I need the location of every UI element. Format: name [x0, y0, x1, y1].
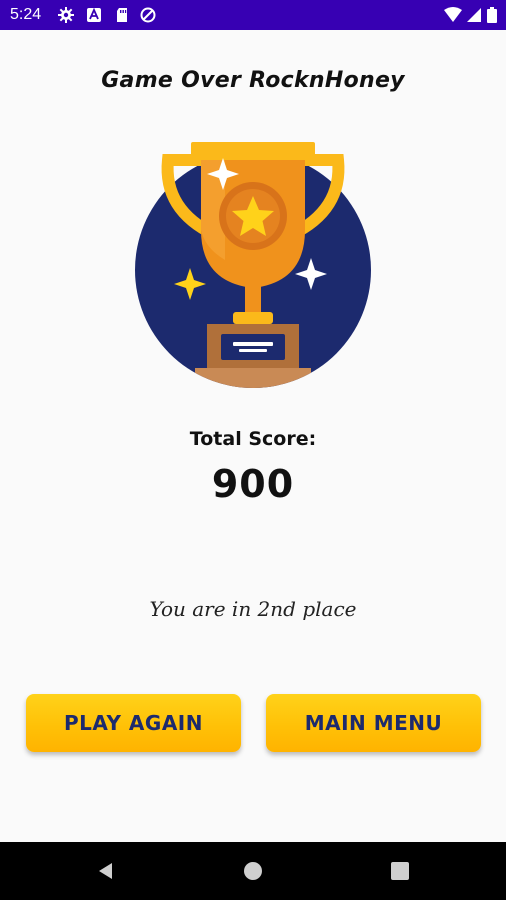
- battery-icon: [487, 7, 497, 23]
- page-title: Game Over RocknHoney: [101, 68, 405, 93]
- play-again-button[interactable]: PLAY AGAIN: [26, 694, 241, 752]
- keyboard-app-icon: [86, 7, 102, 23]
- data-saver-icon: [140, 7, 156, 23]
- place-text: You are in 2nd place: [149, 597, 357, 621]
- gear-icon: [58, 7, 74, 23]
- status-time: 5:24: [10, 6, 42, 23]
- sd-card-icon: [114, 7, 130, 23]
- back-icon[interactable]: [96, 861, 116, 881]
- score-value: 900: [211, 462, 295, 506]
- game-over-screen: 5:24 Game Over RocknHoney Total Score: 9…: [0, 0, 506, 900]
- home-icon[interactable]: [243, 861, 263, 881]
- wifi-icon: [444, 7, 462, 23]
- navigation-bar: [0, 842, 506, 900]
- trophy-icon: [133, 140, 373, 390]
- status-bar: 5:24: [0, 0, 506, 30]
- recents-icon[interactable]: [390, 861, 410, 881]
- signal-icon: [466, 7, 482, 23]
- main-menu-button[interactable]: MAIN MENU: [266, 694, 481, 752]
- score-label: Total Score:: [189, 428, 317, 450]
